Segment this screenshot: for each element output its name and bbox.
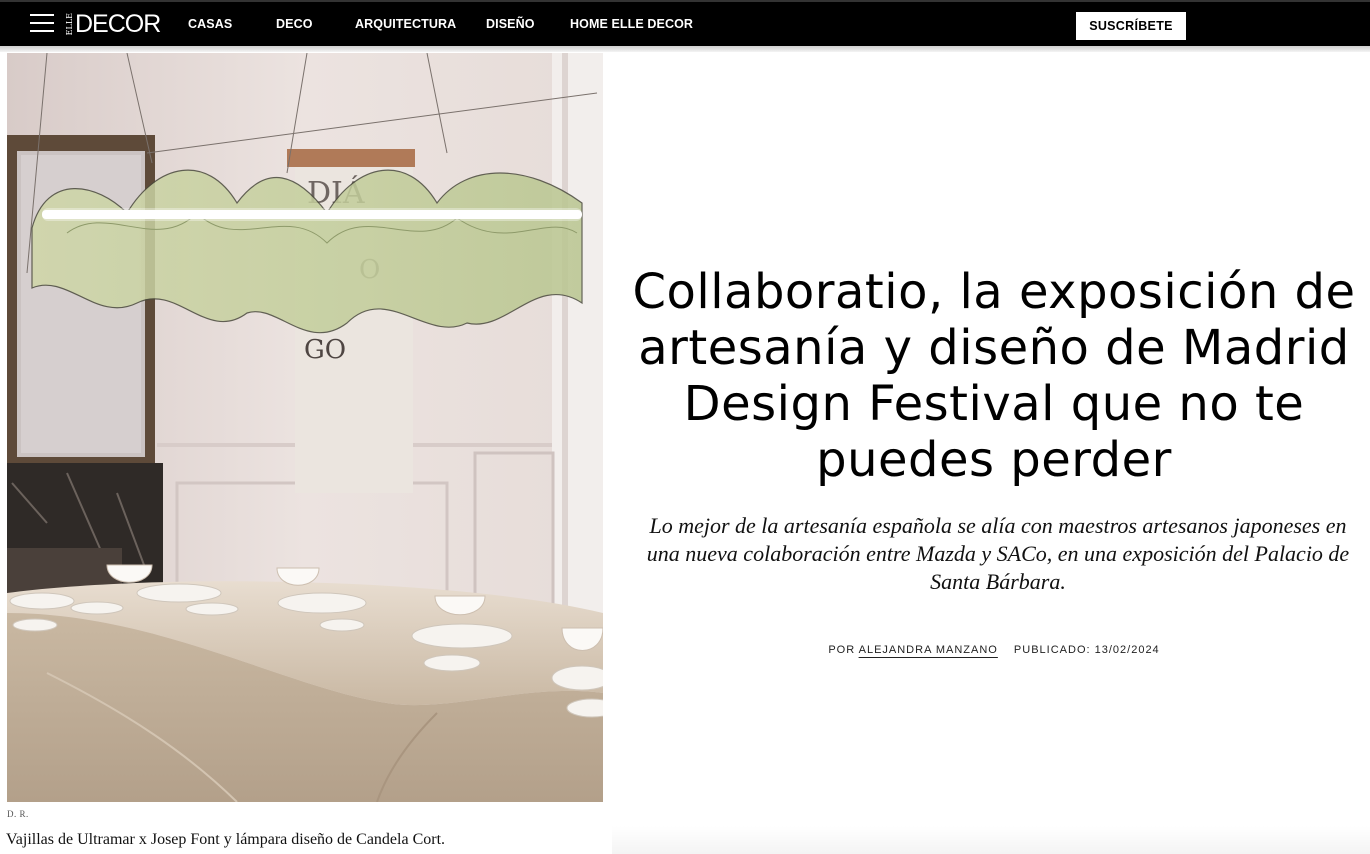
- author-link[interactable]: ALEJANDRA MANZANO: [859, 644, 998, 656]
- nav-item-diseno[interactable]: DISEÑO: [486, 17, 535, 31]
- article-title: Collaboratio, la exposición de artesanía…: [632, 264, 1356, 488]
- top-navigation-bar: ELLE DECOR CASAS DECO ARQUITECTURA DISEÑ…: [0, 0, 1370, 46]
- logo-decor-text: DECOR: [75, 9, 161, 38]
- subscribe-button[interactable]: SUSCRÍBETE: [1075, 11, 1187, 41]
- nav-item-arquitectura[interactable]: ARQUITECTURA: [355, 17, 456, 31]
- nav-item-deco[interactable]: DECO: [276, 17, 313, 31]
- image-credit: D. R.: [7, 809, 29, 819]
- hamburger-menu-icon[interactable]: [30, 13, 54, 35]
- elle-decor-logo[interactable]: ELLE DECOR: [65, 9, 161, 39]
- nav-shadow: [0, 46, 1370, 52]
- bottom-fade: [612, 826, 1370, 854]
- logo-elle-text: ELLE: [65, 12, 74, 36]
- hero-image: DIÁ O GO: [7, 53, 603, 802]
- nav-item-home-elle-decor[interactable]: HOME ELLE DECOR: [570, 17, 693, 31]
- byline-prefix: POR: [828, 644, 856, 656]
- article-byline: POR ALEJANDRA MANZANO PUBLICADO: 13/02/2…: [628, 644, 1360, 656]
- published-label: PUBLICADO:: [1013, 644, 1091, 656]
- nav-item-casas[interactable]: CASAS: [188, 17, 232, 31]
- article-dek: Lo mejor de la artesanía española se alí…: [646, 513, 1350, 594]
- published-date: 13/02/2024: [1094, 644, 1160, 656]
- image-caption: Vajillas de Ultramar x Josep Font y lámp…: [6, 831, 446, 848]
- banner-text-3: GO: [304, 335, 346, 365]
